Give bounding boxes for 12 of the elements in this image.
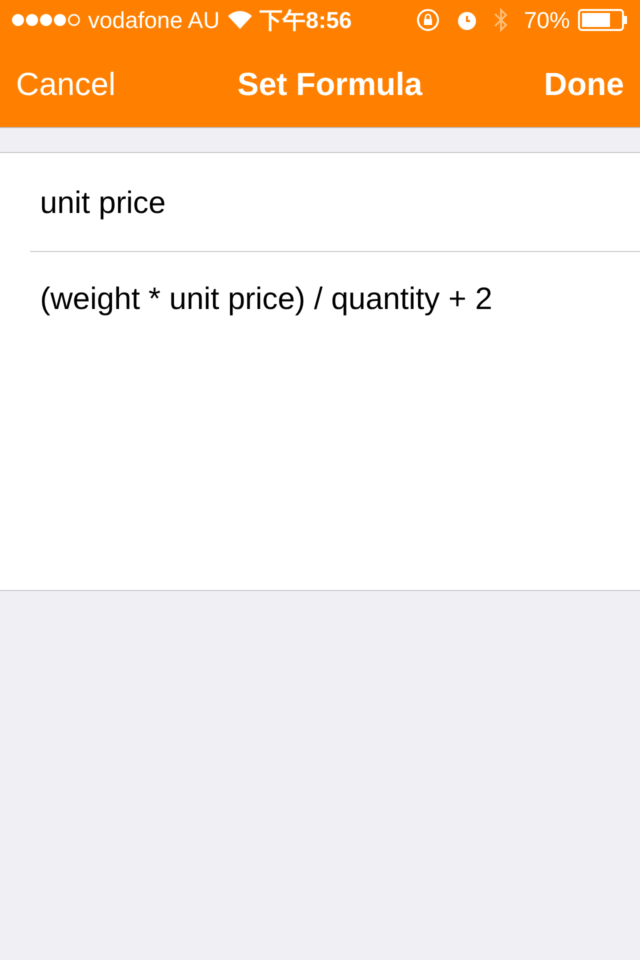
bluetooth-icon [494,7,508,33]
wifi-icon [228,11,252,29]
name-field[interactable]: unit price [0,152,640,252]
time: 下午8:56 [260,6,352,35]
signal-icon [12,13,80,27]
rotation-lock-icon [416,8,440,32]
formula-field[interactable]: (weight * unit price) / quantity + 2 [0,252,640,591]
battery-icon [578,9,628,31]
nav-title: Set Formula [237,64,422,104]
alarm-icon [456,9,478,31]
carrier-name: vodafone AU [88,6,220,35]
battery-percent: 70% [524,6,570,35]
